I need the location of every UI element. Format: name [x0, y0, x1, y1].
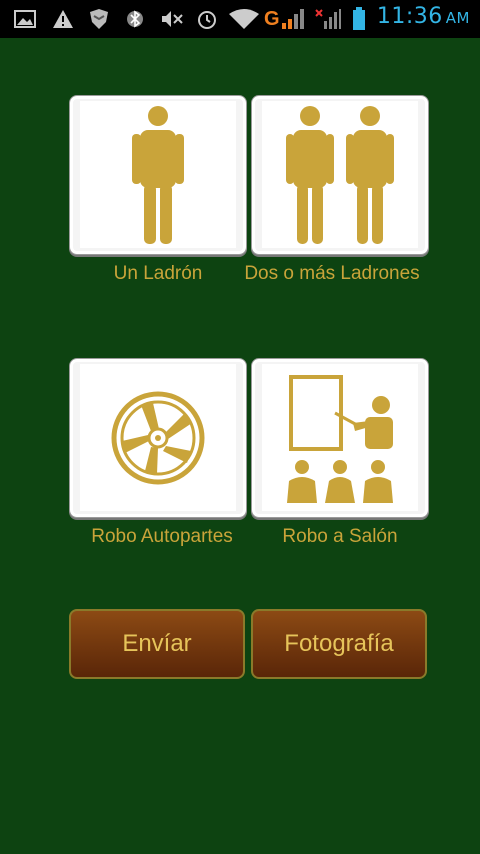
wifi-icon	[228, 6, 260, 32]
shield-icon	[88, 6, 110, 32]
alarm-icon	[196, 6, 218, 32]
two-thieves-tile[interactable]	[251, 95, 429, 255]
tile-image	[262, 364, 418, 511]
signal-icon	[280, 6, 306, 32]
clock: 11:36 AM	[376, 4, 470, 29]
tile-label: Dos o más Ladrones	[244, 263, 420, 284]
tile-label: Robo a Salón	[282, 526, 398, 547]
classroom-tile[interactable]	[251, 358, 429, 518]
wheel-rim-icon	[111, 391, 205, 484]
photo-button[interactable]: Fotografía	[251, 609, 427, 679]
tile-image	[262, 101, 418, 248]
tile-image	[80, 364, 236, 511]
bluetooth-icon	[126, 6, 144, 32]
tile-image	[80, 101, 236, 248]
single-thief-icon	[132, 105, 184, 244]
classroom-icon	[287, 374, 393, 503]
status-bar: G 11:36 AM	[0, 0, 480, 38]
battery-icon	[352, 6, 366, 32]
auto-parts-tile[interactable]	[69, 358, 247, 518]
single-thief-tile[interactable]	[69, 95, 247, 255]
signal-no-service-icon	[314, 6, 342, 32]
warning-icon	[52, 6, 74, 32]
network-type-label: G	[264, 7, 280, 30]
gallery-notification-icon	[14, 6, 36, 32]
two-thieves-icon	[286, 105, 394, 244]
send-button[interactable]: Envíar	[69, 609, 245, 679]
mute-icon	[160, 6, 184, 32]
